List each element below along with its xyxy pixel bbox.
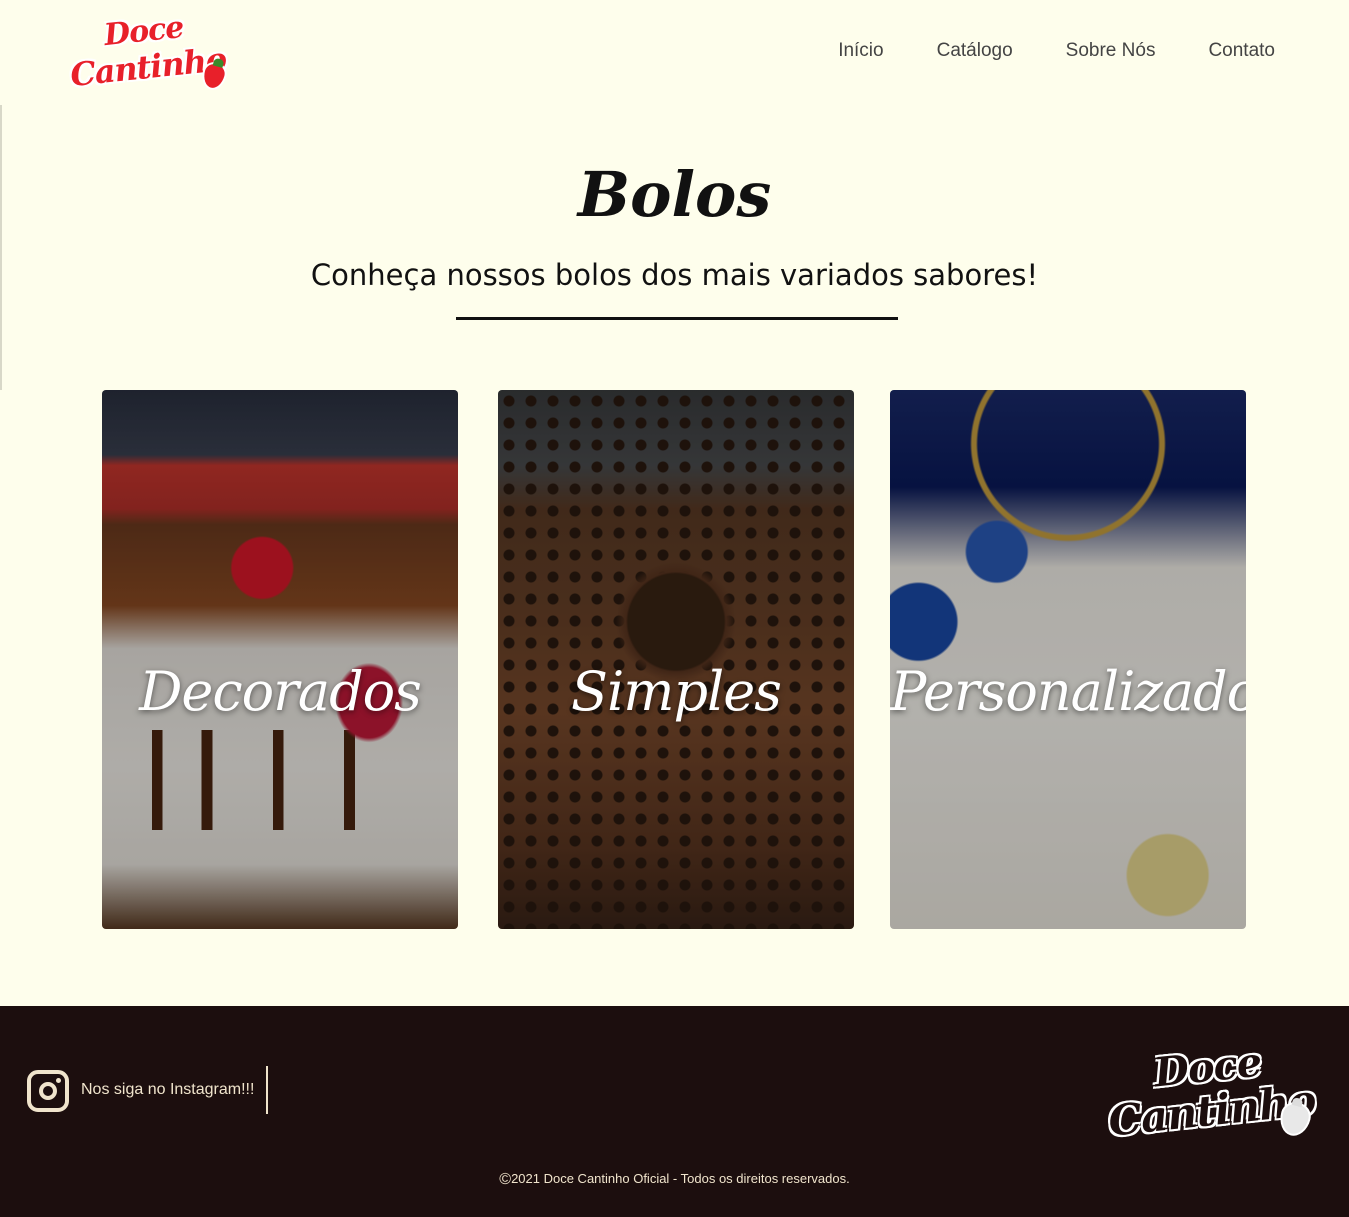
nav-link-contato[interactable]: Contato bbox=[1208, 40, 1275, 62]
nav-link-inicio[interactable]: Início bbox=[838, 40, 883, 62]
copyright-text: ©2021 Doce Cantinho Oficial - Todos os d… bbox=[0, 1171, 1349, 1189]
instagram-icon[interactable] bbox=[27, 1070, 69, 1112]
left-divider bbox=[0, 105, 2, 390]
category-label: Simples bbox=[571, 660, 782, 723]
site-header: Doce Cantinho Início Catálogo Sobre Nós … bbox=[0, 0, 1349, 105]
category-card-decorados[interactable]: Decorados bbox=[102, 390, 458, 929]
brand-logo[interactable]: Doce Cantinho bbox=[66, 10, 236, 96]
instagram-link[interactable]: Nos siga no Instagram!!! bbox=[81, 1081, 254, 1099]
nav-link-catalogo[interactable]: Catálogo bbox=[937, 40, 1013, 62]
category-label: Decorados bbox=[139, 660, 422, 723]
category-card-personalizados[interactable]: Personalizados bbox=[890, 390, 1246, 929]
nav-link-sobre-nos[interactable]: Sobre Nós bbox=[1066, 40, 1156, 62]
site-footer: Nos siga no Instagram!!! Doce Cantinho ©… bbox=[0, 1006, 1349, 1217]
page-subtitle: Conheça nossos bolos dos mais variados s… bbox=[310, 258, 1039, 292]
footer-divider bbox=[266, 1066, 268, 1114]
footer-logo: Doce Cantinho bbox=[1104, 1036, 1320, 1146]
copyright-label: 2021 Doce Cantinho Oficial - Todos os di… bbox=[511, 1171, 850, 1186]
copyright-icon: © bbox=[499, 1171, 512, 1188]
page-title: Bolos bbox=[577, 158, 772, 231]
title-underline bbox=[456, 317, 898, 320]
main-nav: Início Catálogo Sobre Nós Contato bbox=[785, 40, 1275, 62]
category-label: Personalizados bbox=[890, 660, 1246, 723]
category-card-simples[interactable]: Simples bbox=[498, 390, 854, 929]
